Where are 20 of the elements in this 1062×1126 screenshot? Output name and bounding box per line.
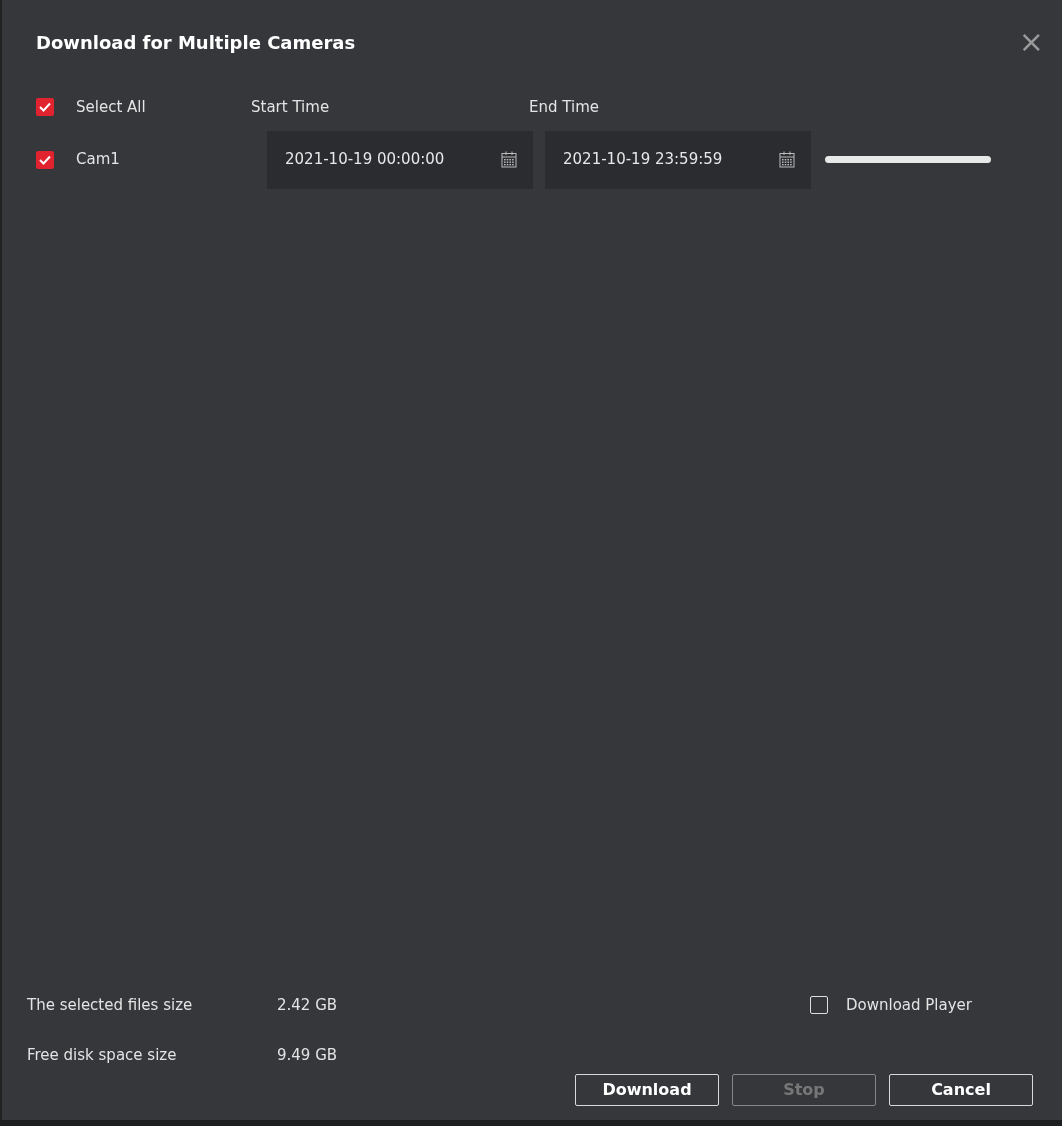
summary-value: 2.42 GB	[277, 995, 338, 1016]
checkbox[interactable]	[810, 996, 828, 1015]
calendar-icon[interactable]	[779, 151, 795, 168]
checkbox[interactable]	[36, 98, 54, 117]
summary-value: 9.49 GB	[277, 1044, 338, 1066]
summary-label: The selected files size	[27, 995, 194, 1016]
checkbox-label: Select All	[76, 97, 146, 118]
date-time-field[interactable]: 2021-10-19 00:00:00	[267, 130, 533, 189]
window-title: Download for Multiple Cameras	[36, 30, 356, 55]
dialog-button[interactable]: Cancel	[889, 1074, 1033, 1106]
dialog-button[interactable]: Download	[575, 1074, 719, 1106]
camera-name: Cam1	[76, 149, 120, 171]
date-time-field[interactable]: 2021-10-19 23:59:59	[545, 130, 811, 189]
calendar-icon[interactable]	[501, 151, 517, 168]
checkbox-label: Download Player	[846, 995, 972, 1016]
column-header: Start Time	[251, 98, 330, 116]
checkbox[interactable]	[36, 150, 54, 169]
close-button[interactable]: ×	[1018, 27, 1044, 57]
summary-label: Free disk space size	[27, 1044, 178, 1066]
column-header: End Time	[529, 98, 599, 116]
